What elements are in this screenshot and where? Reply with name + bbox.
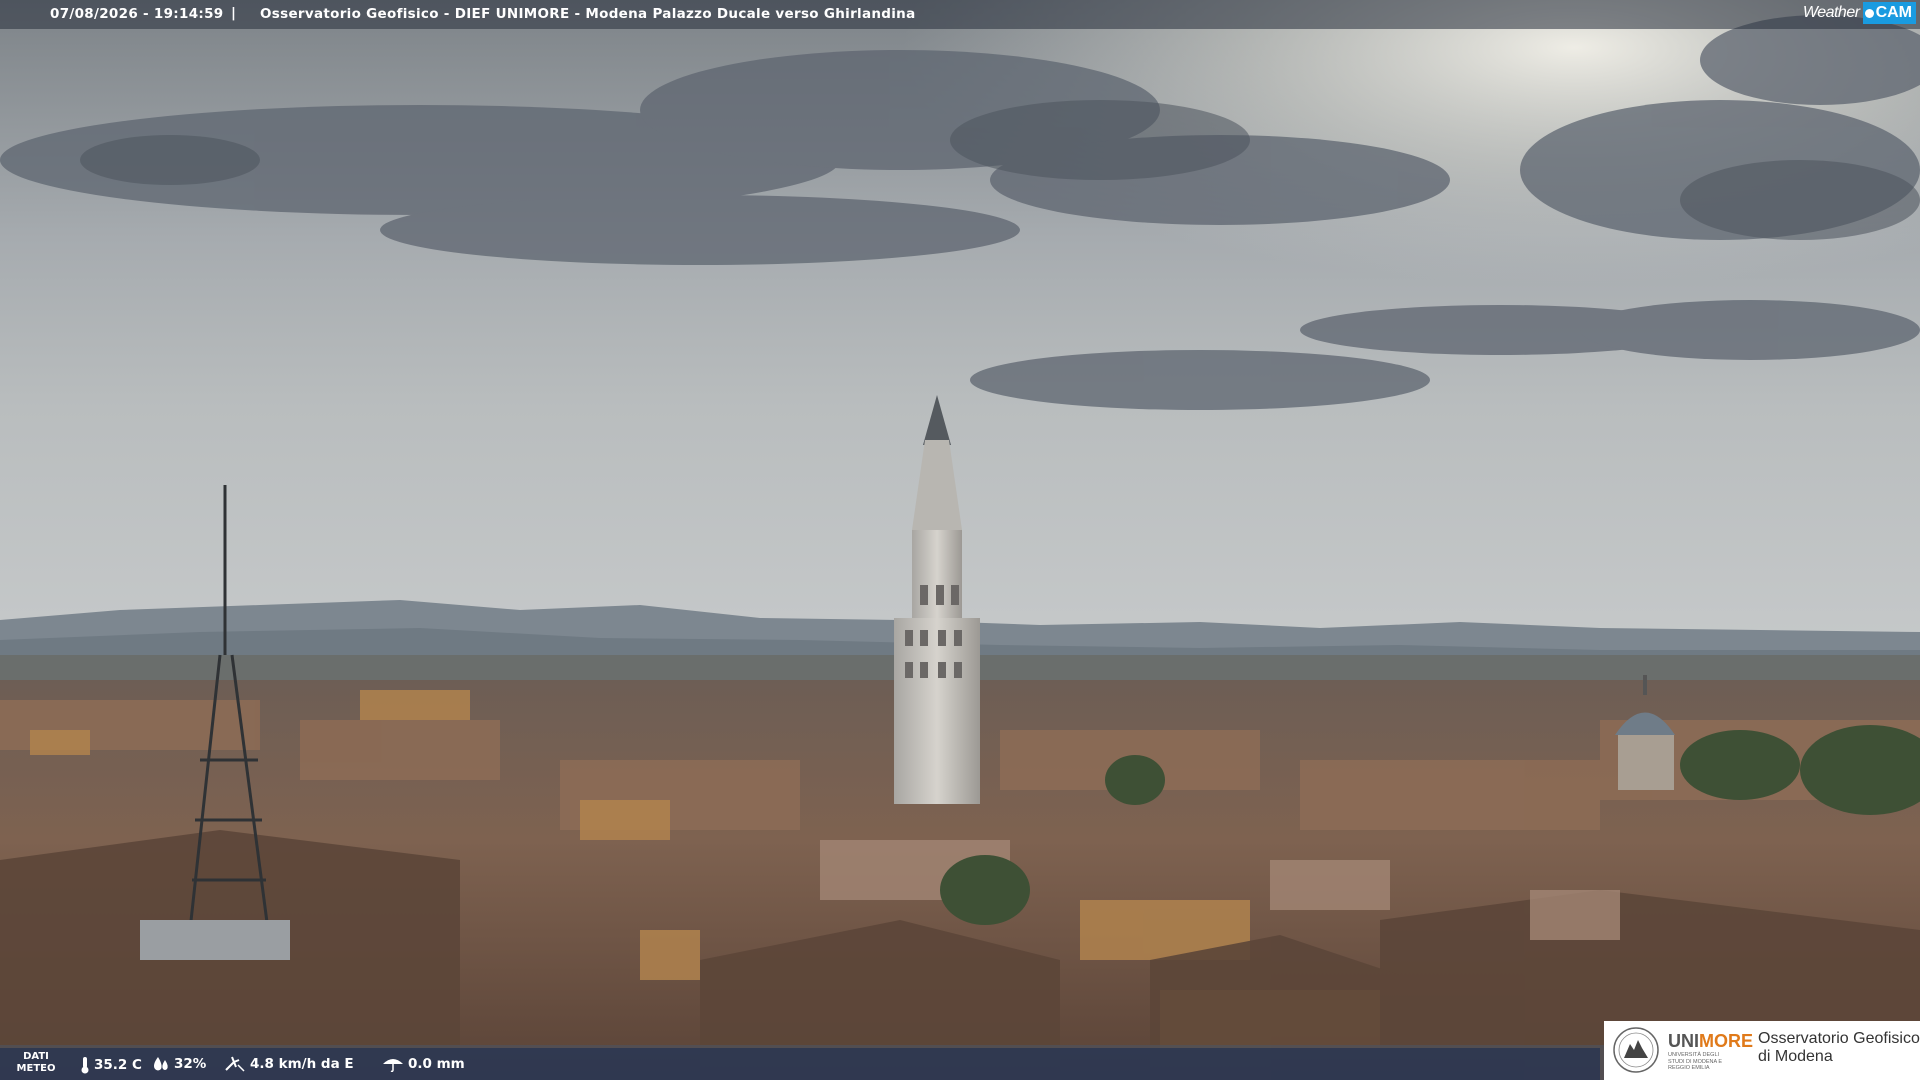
unimore-wordmark: UNIMORE bbox=[1668, 1031, 1753, 1052]
wind-icon bbox=[225, 1056, 245, 1072]
header-separator: | bbox=[231, 5, 236, 21]
rain-value: 0.0 mm bbox=[408, 1056, 465, 1072]
rain-reading: 0.0 mm bbox=[382, 1056, 465, 1072]
weather-data-label: DATI METEO bbox=[14, 1051, 58, 1075]
observatory-line2: di Modena bbox=[1758, 1048, 1833, 1065]
weather-label-line2: METEO bbox=[16, 1063, 56, 1074]
uni-text: UNI bbox=[1668, 1031, 1699, 1051]
weather-data-bar: DATI METEO 35.2 C 32% 4.8 km/h da E 0.0 … bbox=[0, 1048, 1600, 1080]
wind-value: 4.8 km/h da E bbox=[250, 1056, 354, 1072]
weather-label-line1: DATI bbox=[23, 1051, 49, 1062]
cam-badge: CAM bbox=[1862, 2, 1916, 24]
webcam-scene bbox=[0, 0, 1920, 1080]
humidity-drop-icon bbox=[154, 1057, 168, 1071]
thermometer-icon bbox=[81, 1057, 89, 1074]
unimore-logo-panel: UNIMORE UNIVERSITÀ DEGLI STUDI DI MODENA… bbox=[1604, 1021, 1920, 1080]
cam-word: CAM bbox=[1875, 4, 1912, 21]
more-text: MORE bbox=[1699, 1031, 1753, 1051]
humidity-value: 32% bbox=[174, 1056, 207, 1072]
observatory-name: Osservatorio Geofisico di Modena bbox=[1758, 1030, 1920, 1066]
header-bar: 07/08/2026 - 19:14:59 | Osservatorio Geo… bbox=[0, 0, 1920, 29]
timestamp: 07/08/2026 - 19:14:59 bbox=[50, 6, 224, 22]
temperature-reading: 35.2 C bbox=[80, 1056, 142, 1074]
university-subline: UNIVERSITÀ DEGLI STUDI DI MODENA E REGGI… bbox=[1668, 1052, 1723, 1071]
weathercam-logo: Weather CAM bbox=[1803, 0, 1920, 26]
cam-dot-icon bbox=[1864, 8, 1874, 18]
observatory-line1: Osservatorio Geofisico bbox=[1758, 1030, 1920, 1047]
wind-reading: 4.8 km/h da E bbox=[224, 1056, 354, 1072]
humidity-reading: 32% bbox=[152, 1056, 206, 1072]
rain-icon bbox=[383, 1059, 403, 1072]
university-seal-icon bbox=[1613, 1027, 1659, 1073]
temperature-value: 35.2 C bbox=[94, 1057, 142, 1073]
weather-word: Weather bbox=[1802, 4, 1860, 21]
camera-title: Osservatorio Geofisico - DIEF UNIMORE - … bbox=[260, 6, 916, 22]
